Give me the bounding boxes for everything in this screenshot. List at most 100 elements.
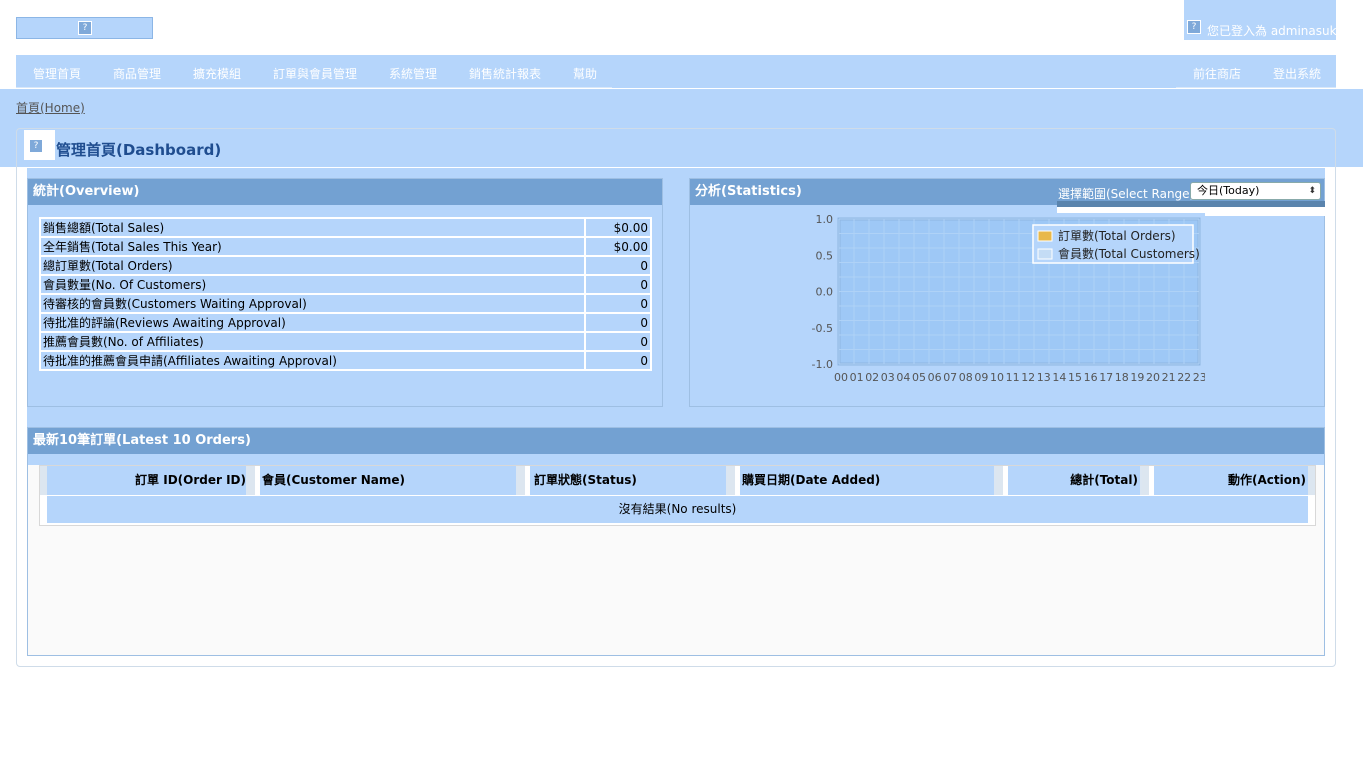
column-header-total[interactable]: 總計(Total) xyxy=(1008,466,1142,495)
overview-row-value: $0.00 xyxy=(585,237,651,256)
overview-row-label: 全年銷售(Total Sales This Year) xyxy=(40,237,585,256)
overview-row: 全年銷售(Total Sales This Year) $0.00 xyxy=(40,237,651,256)
x-tick-label: 07 xyxy=(943,371,957,383)
column-header-order-id[interactable]: 訂單 ID(Order ID) xyxy=(47,466,248,495)
x-tick-label: 20 xyxy=(1146,371,1160,383)
x-tick-label: 06 xyxy=(928,371,942,383)
x-tick-label: 15 xyxy=(1068,371,1082,383)
breadcrumb-home-link[interactable]: 首頁(Home) xyxy=(16,99,85,116)
legend-label: 會員數(Total Customers) xyxy=(1058,247,1200,261)
column-header-status[interactable]: 訂單狀態(Status) xyxy=(530,466,728,495)
y-tick-label: 0.0 xyxy=(816,286,834,299)
overview-row-label: 待批准的推薦會員申請(Affiliates Awaiting Approval) xyxy=(40,351,585,370)
column-separator xyxy=(1142,466,1149,495)
x-tick-label: 22 xyxy=(1177,371,1191,383)
x-tick-label: 09 xyxy=(974,371,988,383)
legend-swatch xyxy=(1037,248,1053,260)
x-tick-label: 21 xyxy=(1162,371,1176,383)
overview-row-label: 總訂單數(Total Orders) xyxy=(40,256,585,275)
x-tick-label: 01 xyxy=(850,371,864,383)
store-logo[interactable]: ? xyxy=(16,17,153,39)
overview-table: 銷售總額(Total Sales) $0.00 全年銷售(Total Sales T… xyxy=(39,217,652,371)
column-header-action: 動作(Action) xyxy=(1154,466,1308,495)
overview-row: 待批准的推薦會員申請(Affiliates Awaiting Approval)… xyxy=(40,351,651,370)
overview-row-value: 0 xyxy=(585,294,651,313)
overview-row-value: 0 xyxy=(585,256,651,275)
range-select-value: 今日(Today) xyxy=(1197,184,1260,197)
overview-row-value: 0 xyxy=(585,313,651,332)
menu-item-help[interactable]: 幫助 xyxy=(573,65,597,82)
no-results-row: 沒有結果(No results) xyxy=(47,496,1308,523)
overview-row-value: $0.00 xyxy=(585,218,651,237)
x-tick-label: 14 xyxy=(1052,371,1066,383)
y-tick-label: -1.0 xyxy=(812,358,833,371)
overview-row-value: 0 xyxy=(585,332,651,351)
column-separator xyxy=(518,466,525,495)
orders-table: 訂單 ID(Order ID) 會員(Customer Name) 訂單狀態(S… xyxy=(39,465,1316,526)
overview-row-value: 0 xyxy=(585,275,651,294)
user-info: ? 您已登入為 adminasuka xyxy=(1184,0,1344,40)
y-tick-label: 1.0 xyxy=(816,213,834,226)
x-tick-label: 17 xyxy=(1099,371,1113,383)
menu-item-dashboard[interactable]: 管理首頁 xyxy=(33,65,81,82)
statistics-chart: 1.00.50.0-0.5-1.000 01 02 03 04 05 06 07 08 09 10 1… xyxy=(811,213,1205,383)
x-tick-label: 02 xyxy=(865,371,879,383)
x-tick-label: 16 xyxy=(1084,371,1098,383)
page-title: 管理首頁(Dashboard) xyxy=(56,141,222,159)
overview-row-label: 待審核的會員數(Customers Waiting Approval) xyxy=(40,294,585,313)
overview-row: 會員數量(No. Of Customers) 0 xyxy=(40,275,651,294)
x-tick-label: 05 xyxy=(912,371,926,383)
x-tick-label: 11 xyxy=(1006,371,1020,383)
menu-item-system[interactable]: 系統管理 xyxy=(389,65,437,82)
latest-orders-panel: 最新10筆訂單(Latest 10 Orders) 訂單 ID(Order ID… xyxy=(27,427,1325,656)
overview-row-label: 推薦會員數(No. of Affiliates) xyxy=(40,332,585,351)
overview-row: 待批准的評論(Reviews Awaiting Approval) 0 xyxy=(40,313,651,332)
overview-row: 總訂單數(Total Orders) 0 xyxy=(40,256,651,275)
main-menu: 管理首頁 商品管理 擴充模組 訂單與會員管理 系統管理 銷售統計報表 幫助 xyxy=(16,55,612,88)
x-tick-label: 10 xyxy=(990,371,1004,383)
broken-image-icon: ? xyxy=(1187,20,1201,34)
menu-item-catalog[interactable]: 商品管理 xyxy=(113,65,161,82)
column-header-customer[interactable]: 會員(Customer Name) xyxy=(260,466,518,495)
overview-panel: 統計(Overview) 銷售總額(Total Sales) $0.00 全年銷售(… xyxy=(27,178,663,407)
overview-row-label: 待批准的評論(Reviews Awaiting Approval) xyxy=(40,313,585,332)
menu-item-logout[interactable]: 登出系統 xyxy=(1273,65,1321,82)
x-tick-label: 18 xyxy=(1115,371,1129,383)
y-tick-label: 0.5 xyxy=(816,249,834,262)
x-tick-label: 03 xyxy=(881,371,895,383)
x-tick-label: 12 xyxy=(1021,371,1035,383)
statistics-panel: 分析(Statistics) 選擇範圍(Select Range) 今日(Tod… xyxy=(689,178,1325,407)
right-menu: 前往商店 登出系統 xyxy=(1176,55,1336,88)
broken-image-icon: ? xyxy=(78,21,92,35)
column-header-date-added[interactable]: 購買日期(Date Added) xyxy=(740,466,996,495)
overview-row-label: 銷售總額(Total Sales) xyxy=(40,218,585,237)
updown-arrows-icon: ⬍ xyxy=(1308,186,1316,196)
overview-row: 待審核的會員數(Customers Waiting Approval) 0 xyxy=(40,294,651,313)
x-tick-label: 08 xyxy=(959,371,973,383)
overview-row: 推薦會員數(No. of Affiliates) 0 xyxy=(40,332,651,351)
range-select[interactable]: 今日(Today) ⬍ xyxy=(1190,182,1321,200)
overview-row-value: 0 xyxy=(585,351,651,370)
menu-item-reports[interactable]: 銷售統計報表 xyxy=(469,65,541,82)
x-tick-label: 13 xyxy=(1037,371,1051,383)
x-tick-label: 23 xyxy=(1193,371,1205,383)
orders-spacer xyxy=(28,454,1324,465)
y-tick-label: -0.5 xyxy=(812,322,833,335)
overview-row-label: 會員數量(No. Of Customers) xyxy=(40,275,585,294)
menu-item-extensions[interactable]: 擴充模組 xyxy=(193,65,241,82)
logged-in-user-text: 您已登入為 adminasuka xyxy=(1207,24,1344,38)
column-separator xyxy=(248,466,255,495)
menu-spacer xyxy=(612,55,1176,88)
x-tick-label: 19 xyxy=(1130,371,1144,383)
column-separator xyxy=(1308,466,1315,495)
legend-label: 訂單數(Total Orders) xyxy=(1058,228,1176,243)
latest-orders-title: 最新10筆訂單(Latest 10 Orders) xyxy=(28,428,1324,454)
menu-item-store-front[interactable]: 前往商店 xyxy=(1193,65,1241,82)
overview-title: 統計(Overview) xyxy=(28,179,662,205)
broken-image-icon: ? xyxy=(29,139,43,153)
x-tick-label: 00 xyxy=(834,371,848,383)
column-separator xyxy=(728,466,735,495)
x-tick-label: 04 xyxy=(896,371,910,383)
select-range-label: 選擇範圍(Select Range) xyxy=(1058,187,1195,201)
menu-item-sales[interactable]: 訂單與會員管理 xyxy=(273,65,357,82)
